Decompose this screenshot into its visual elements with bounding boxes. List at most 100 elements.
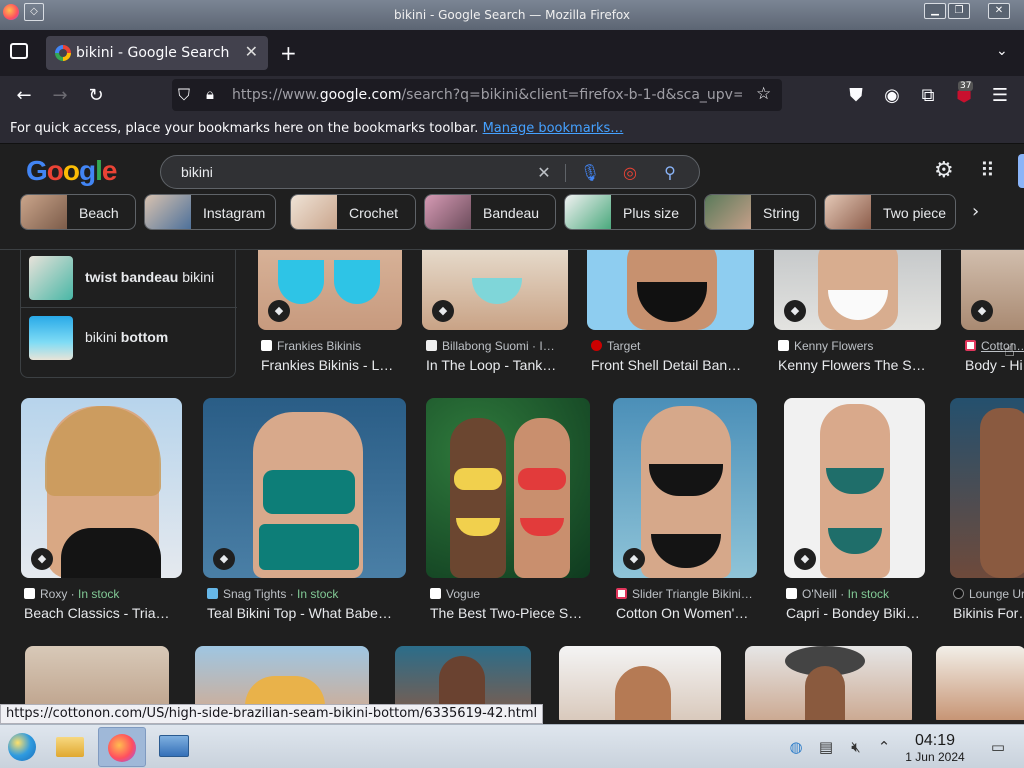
result-image[interactable]: ◆ bbox=[258, 250, 402, 330]
tab-label: bikini - Google Search bbox=[76, 45, 230, 61]
result-source[interactable]: Vogue bbox=[430, 587, 480, 601]
url-text[interactable]: https://www.google.com/search?q=bikini&c… bbox=[232, 87, 742, 103]
forward-icon[interactable]: → bbox=[48, 84, 72, 108]
result-source[interactable]: Snag Tights · In stock bbox=[207, 587, 338, 601]
minimize-icon[interactable]: ▁ bbox=[924, 3, 946, 19]
result-title[interactable]: Teal Bikini Top - What Babe… bbox=[207, 605, 405, 621]
result-source[interactable]: Frankies Bikinis bbox=[261, 339, 361, 353]
close-icon[interactable]: ✕ bbox=[988, 3, 1010, 19]
chip-crochet[interactable]: Crochet bbox=[290, 194, 416, 230]
extension-badge: 37 bbox=[958, 81, 974, 91]
maximize-icon[interactable]: ❐ bbox=[948, 3, 970, 19]
lens-search-icon[interactable]: ◎ bbox=[619, 162, 641, 184]
volume-muted-icon[interactable]: 🔇︎ bbox=[846, 737, 866, 757]
result-image[interactable] bbox=[587, 250, 754, 330]
chip-two-piece[interactable]: Two piece bbox=[824, 194, 956, 230]
result-image[interactable]: ◆ bbox=[21, 398, 182, 578]
lock-icon[interactable]: 🔒︎ bbox=[206, 85, 214, 103]
result-source[interactable]: O'Neill · In stock bbox=[786, 587, 889, 601]
navigation-toolbar: ← → ↻ ⛉ 🔒︎ https://www.google.com/search… bbox=[0, 76, 1024, 116]
start-menu-icon[interactable] bbox=[2, 727, 42, 767]
status-url-tooltip: https://cottonon.com/US/high-side-brazil… bbox=[0, 704, 544, 724]
url-bar[interactable]: ⛉ 🔒︎ https://www.google.com/search?q=bik… bbox=[172, 79, 782, 111]
bookmarks-toolbar: For quick access, place your bookmarks h… bbox=[0, 116, 1024, 144]
pocket-icon[interactable]: ⛊ bbox=[844, 84, 868, 108]
tray-expand-icon[interactable]: ⌃ bbox=[874, 737, 894, 757]
google-favicon-icon bbox=[55, 45, 71, 61]
chip-string[interactable]: String bbox=[704, 194, 816, 230]
result-title[interactable]: Frankies Bikinis - L… bbox=[261, 357, 403, 373]
related-search-item[interactable]: twist bandeau bikini bbox=[21, 250, 237, 308]
file-manager-icon[interactable] bbox=[50, 727, 90, 767]
tab-overview-icon[interactable] bbox=[10, 43, 28, 59]
product-tag-icon: ◆ bbox=[784, 300, 806, 322]
voice-search-icon[interactable]: 🎙︎ bbox=[579, 162, 601, 184]
firefox-taskbar-icon[interactable] bbox=[98, 727, 146, 767]
google-apps-icon[interactable]: ⠿ bbox=[980, 158, 995, 182]
chip-instagram[interactable]: Instagram bbox=[144, 194, 276, 230]
search-box[interactable]: bikini ✕ 🎙︎ ◎ ⚲ bbox=[160, 155, 700, 189]
search-icon[interactable]: ⚲ bbox=[659, 162, 681, 184]
settings-gear-icon[interactable]: ⚙ bbox=[934, 158, 954, 183]
back-icon[interactable]: ← bbox=[12, 84, 36, 108]
search-input[interactable]: bikini bbox=[181, 164, 213, 180]
control-panel-icon[interactable] bbox=[154, 727, 194, 767]
chip-plus-size[interactable]: Plus size bbox=[564, 194, 696, 230]
account-icon[interactable]: ◉ bbox=[880, 84, 904, 108]
app-menu-icon[interactable]: ☰ bbox=[988, 84, 1012, 108]
result-image[interactable]: ◆ bbox=[961, 250, 1024, 330]
taskbar-clock[interactable]: 04:19 1 Jun 2024 bbox=[902, 732, 968, 764]
chips-next-icon[interactable]: › bbox=[972, 201, 979, 222]
tab-close-icon[interactable]: ✕ bbox=[245, 42, 258, 61]
result-title[interactable]: In The Loop - Tank… bbox=[426, 357, 568, 373]
manage-bookmarks-link[interactable]: Manage bookmarks… bbox=[483, 121, 624, 136]
result-source[interactable]: Slider Triangle Bikini… bbox=[616, 587, 753, 601]
reload-icon[interactable]: ↻ bbox=[84, 84, 108, 108]
result-image[interactable] bbox=[950, 398, 1024, 578]
result-title[interactable]: Bikinis For… bbox=[953, 605, 1024, 621]
tab-strip: bikini - Google Search ✕ + ⌄ bbox=[0, 30, 1024, 76]
result-image[interactable] bbox=[559, 646, 721, 720]
result-image[interactable] bbox=[745, 646, 912, 720]
result-source[interactable]: Billabong Suomi · I… bbox=[426, 339, 555, 353]
result-title[interactable]: Kenny Flowers The S… bbox=[778, 357, 940, 373]
result-title[interactable]: Capri - Bondey Biki… bbox=[786, 605, 926, 621]
clipboard-icon[interactable]: ▤ bbox=[816, 737, 836, 757]
extensions-icon[interactable]: ⧉ bbox=[916, 84, 940, 108]
tracking-shield-icon[interactable]: ⛉ bbox=[178, 85, 190, 105]
result-source[interactable]: Cotton… bbox=[965, 339, 1024, 353]
sign-in-button-edge[interactable] bbox=[1018, 154, 1024, 188]
window-title: bikini - Google Search — Mozilla Firefox bbox=[394, 8, 630, 22]
result-title[interactable]: Beach Classics - Tria… bbox=[24, 605, 182, 621]
result-image[interactable]: ◆ bbox=[613, 398, 757, 578]
result-title[interactable]: Front Shell Detail Ban… bbox=[591, 357, 753, 373]
result-image[interactable] bbox=[936, 646, 1024, 720]
result-title[interactable]: Body - Hi… bbox=[965, 357, 1024, 373]
result-image[interactable]: ◆ bbox=[422, 250, 568, 330]
result-source[interactable]: Lounge Ur… bbox=[953, 587, 1024, 601]
chip-beach[interactable]: Beach bbox=[20, 194, 136, 230]
result-title[interactable]: The Best Two-Piece S… bbox=[430, 605, 590, 621]
result-image[interactable] bbox=[426, 398, 590, 578]
result-title[interactable]: Cotton On Women'… bbox=[616, 605, 756, 621]
network-icon[interactable]: ◍ bbox=[786, 737, 806, 757]
clear-search-icon[interactable]: ✕ bbox=[533, 162, 555, 184]
product-tag-icon: ◆ bbox=[31, 548, 53, 570]
product-tag-icon: ◆ bbox=[213, 548, 235, 570]
result-image[interactable]: ◆ bbox=[774, 250, 941, 330]
show-desktop-icon[interactable]: ▭ bbox=[988, 737, 1008, 757]
related-searches: twist bandeau bikini bikini bottom bbox=[20, 250, 237, 378]
result-source[interactable]: Roxy · In stock bbox=[24, 587, 119, 601]
list-all-tabs-icon[interactable]: ⌄ bbox=[996, 43, 1008, 59]
result-source[interactable]: Target bbox=[591, 339, 640, 353]
tab-google-search[interactable]: bikini - Google Search ✕ bbox=[46, 36, 268, 70]
result-image[interactable]: ◆ bbox=[203, 398, 406, 578]
image-results: twist bandeau bikini bikini bottom ◆ ◆ ◆… bbox=[0, 250, 1024, 720]
result-source[interactable]: Kenny Flowers bbox=[778, 339, 873, 353]
new-tab-icon[interactable]: + bbox=[280, 41, 297, 65]
result-image[interactable]: ◆ bbox=[784, 398, 925, 578]
bookmark-star-icon[interactable]: ☆ bbox=[756, 84, 771, 104]
related-search-item[interactable]: bikini bottom bbox=[21, 308, 237, 368]
chip-bandeau[interactable]: Bandeau bbox=[424, 194, 556, 230]
google-logo[interactable]: Google bbox=[26, 155, 117, 187]
